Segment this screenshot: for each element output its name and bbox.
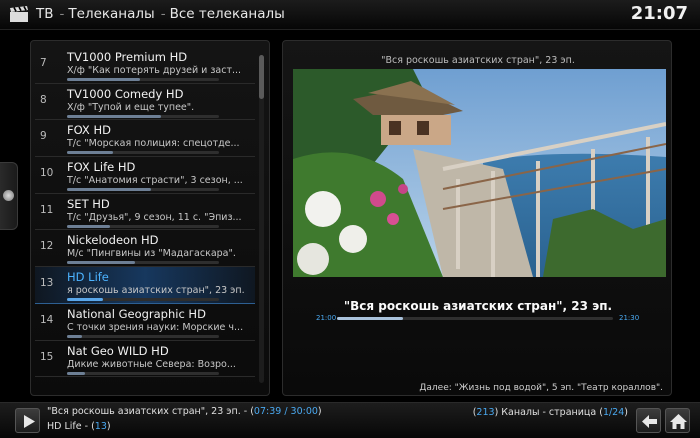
channel-close: ) bbox=[106, 421, 111, 432]
channel-progress-fill bbox=[67, 224, 110, 228]
video-preview[interactable] bbox=[293, 69, 666, 277]
channel-progress-bar bbox=[67, 114, 219, 118]
channel-program: Дикие животные Севера: Возро... bbox=[67, 358, 236, 370]
now-playing-channel: HD Life - (13) bbox=[47, 421, 111, 432]
channel-number: 13 bbox=[94, 421, 107, 432]
channel-row[interactable]: 14 National Geographic HD С точки зрения н… bbox=[35, 304, 255, 341]
channel-name: National Geographic HD bbox=[67, 306, 206, 321]
channel-progress-fill bbox=[67, 334, 83, 338]
channel-progress-bar bbox=[67, 371, 219, 375]
home-icon bbox=[670, 414, 687, 429]
now-playing-close: ) bbox=[317, 406, 322, 417]
channel-row[interactable]: 10 FOX Life HD Т/с "Анатомия страсти", 3 с… bbox=[35, 157, 255, 194]
channel-progress-bar bbox=[67, 78, 219, 81]
channel-progress-fill bbox=[67, 298, 104, 302]
channel-name: TV1000 Premium HD bbox=[67, 50, 188, 64]
now-playing-info: "Вся роскошь азиатских стран", 23 эп. - … bbox=[47, 406, 322, 417]
channel-progress-fill bbox=[67, 114, 162, 118]
back-button[interactable] bbox=[636, 408, 661, 433]
channel-name: SET HD bbox=[67, 196, 110, 211]
play-button[interactable] bbox=[15, 408, 40, 433]
channel-progress-fill bbox=[67, 78, 140, 81]
channel-program: Т/с "Анатомия страсти", 3 сезон, ... bbox=[67, 175, 243, 187]
channel-row[interactable]: 8 TV1000 Comedy HD Х/ф "Тупой и еще тупее"… bbox=[35, 84, 255, 121]
channel-progress-bar bbox=[67, 188, 219, 192]
channel-count: 213 bbox=[476, 407, 495, 418]
clock: 21:07 bbox=[630, 3, 688, 24]
channel-number: 14 bbox=[40, 313, 54, 326]
play-icon bbox=[24, 415, 35, 428]
channel-program: Х/ф "Как потерять друзей и заст... bbox=[67, 65, 242, 76]
channel-progress-fill bbox=[67, 371, 86, 375]
channel-name: FOX Life HD bbox=[67, 160, 136, 175]
page-close: ) bbox=[624, 407, 628, 418]
channel-row[interactable]: 7 TV1000 Premium HD Х/ф "Как потерять друз… bbox=[35, 47, 255, 84]
channel-row[interactable]: 13 HD Life я роскошь азиатских стран", 23 … bbox=[35, 267, 255, 304]
home-button[interactable] bbox=[665, 408, 690, 433]
channel-program: Т/с "Морская полиция: спецотде... bbox=[67, 138, 240, 150]
channel-program: М/с "Пингвины из "Мадагаскара". bbox=[67, 248, 236, 260]
channel-number: 9 bbox=[40, 130, 47, 143]
channel-program: Х/ф "Тупой и еще тупее". bbox=[67, 101, 195, 113]
channel-progress-bar bbox=[67, 334, 219, 338]
channel-name: Nickelodeon HD bbox=[67, 233, 159, 248]
top-bar: ТВ - Телеканалы - Все телеканалы 21:07 bbox=[0, 0, 700, 30]
channel-list-scrollbar[interactable] bbox=[259, 55, 264, 383]
show-title: "Вся роскошь азиатских стран", 23 эп. bbox=[343, 299, 613, 313]
bottom-bar: "Вся роскошь азиатских стран", 23 эп. - … bbox=[0, 402, 700, 438]
scrollbar-thumb[interactable] bbox=[259, 55, 264, 99]
channel-number: 8 bbox=[40, 93, 47, 106]
app-title: ТВ bbox=[36, 6, 54, 22]
channel-number: 13 bbox=[40, 277, 54, 290]
channel-progress-fill bbox=[67, 261, 136, 265]
channel-program: Т/с "Друзья", 9 сезон, 11 с. "Эпиз... bbox=[67, 211, 242, 223]
start-time: 21:00 bbox=[316, 314, 337, 322]
channel-program: С точки зрения науки: Морские ч... bbox=[67, 321, 244, 333]
channel-number: 15 bbox=[40, 350, 54, 363]
breadcrumb: ТВ - Телеканалы - Все телеканалы bbox=[36, 6, 285, 22]
channel-number: 12 bbox=[40, 240, 54, 253]
channel-number: 11 bbox=[40, 203, 54, 216]
page-label: ) Каналы - страница ( bbox=[494, 407, 603, 418]
channel-program: я роскошь азиатских стран", 23 эп. bbox=[67, 285, 245, 297]
page-number: 1/24 bbox=[602, 407, 625, 418]
channel-progress-fill bbox=[67, 188, 151, 192]
breadcrumb-channels[interactable]: Телеканалы bbox=[68, 6, 154, 22]
breadcrumb-all-channels: Все телеканалы bbox=[169, 6, 285, 22]
channel-row[interactable]: 11 SET HD Т/с "Друзья", 9 сезон, 11 с. "Эп… bbox=[35, 194, 255, 231]
program-progress-fill bbox=[337, 317, 404, 320]
channel-row[interactable]: 12 Nickelodeon HD М/с "Пингвины из "Мадага… bbox=[35, 230, 255, 268]
channel-name: HD Life - ( bbox=[47, 421, 95, 432]
channel-number: 7 bbox=[40, 57, 47, 69]
channel-progress-fill bbox=[67, 151, 113, 155]
page-info: (213) Каналы - страница (1/24) bbox=[473, 407, 628, 418]
channel-list: 7 TV1000 Premium HD Х/ф "Как потерять друз… bbox=[35, 47, 255, 378]
channel-row[interactable]: 9 FOX HD Т/с "Морская полиция: спецотде... bbox=[35, 120, 255, 158]
channel-name: HD Life bbox=[67, 270, 109, 285]
channel-name: Nat Geo WILD HD bbox=[67, 343, 169, 358]
video-frame-image bbox=[293, 69, 666, 277]
channel-list-panel: 7 TV1000 Premium HD Х/ф "Как потерять друз… bbox=[30, 40, 270, 396]
channel-progress-bar bbox=[67, 224, 219, 228]
channel-progress-bar bbox=[67, 298, 219, 302]
preview-panel: "Вся роскошь азиатских стран", 23 эп. "В… bbox=[282, 40, 672, 396]
channel-row[interactable]: 15 Nat Geo WILD HD Дикие животные Севера: … bbox=[35, 341, 255, 378]
video-title: "Вся роскошь азиатских стран", 23 эп. bbox=[381, 55, 575, 66]
channel-number: 10 bbox=[40, 167, 54, 180]
side-menu-handle[interactable] bbox=[0, 162, 18, 230]
clapperboard-icon bbox=[10, 6, 28, 22]
next-program: Далее: "Жизнь под водой", 5 эп. "Театр к… bbox=[419, 383, 663, 393]
side-menu-handle-icon bbox=[3, 190, 14, 201]
channel-progress-bar bbox=[67, 151, 219, 155]
channel-name: FOX HD bbox=[67, 123, 111, 138]
now-playing-title: "Вся роскошь азиатских стран", 23 эп. - … bbox=[47, 406, 254, 417]
end-time: 21:30 bbox=[619, 314, 640, 322]
now-playing-time: 07:39 / 30:00 bbox=[253, 406, 318, 417]
program-progress-bar bbox=[337, 317, 613, 320]
channel-name: TV1000 Comedy HD bbox=[67, 86, 184, 101]
channel-progress-bar bbox=[67, 261, 219, 265]
back-arrow-icon bbox=[642, 415, 657, 428]
